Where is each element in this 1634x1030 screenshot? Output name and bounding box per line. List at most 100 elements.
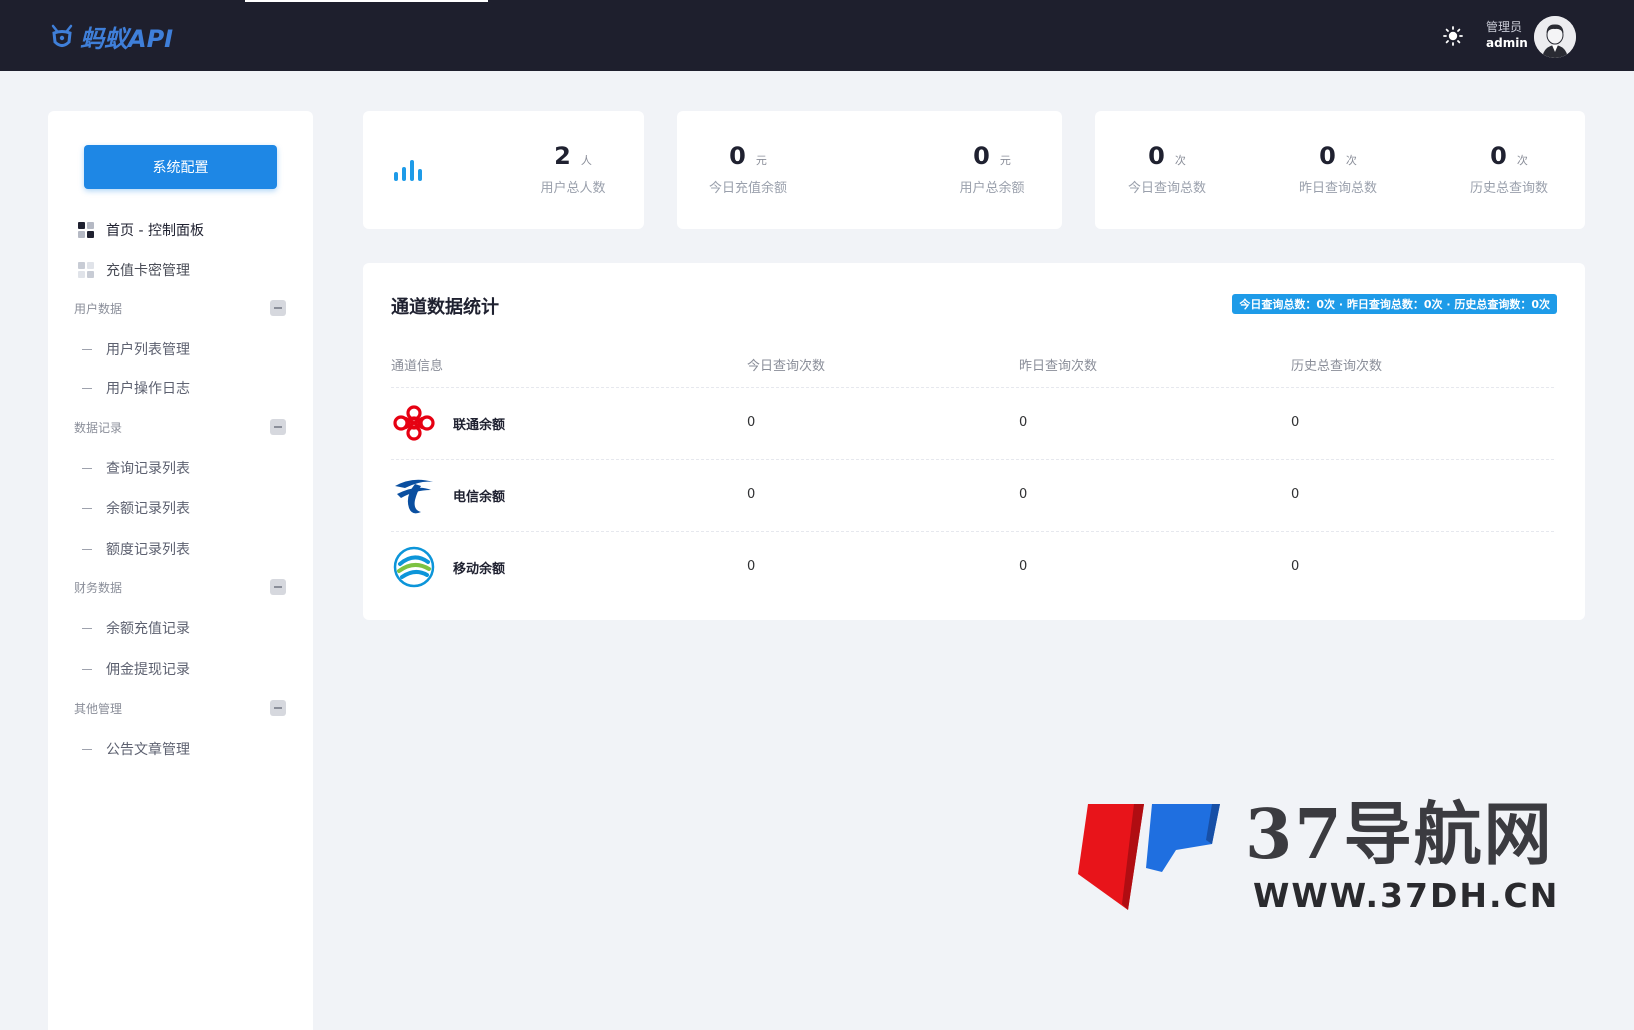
- dash-icon: [82, 387, 92, 389]
- sidebar-group-user-data[interactable]: 用户数据: [74, 297, 286, 319]
- cell-history: 0: [1291, 415, 1300, 430]
- dashboard-icon: [78, 222, 94, 238]
- stat-yesterday-queries: 0 次 昨日查询总数: [1273, 141, 1403, 196]
- sidebar-item-recharge-records[interactable]: 余额充值记录: [82, 616, 190, 640]
- sidebar-item-user-log[interactable]: 用户操作日志: [82, 376, 190, 400]
- user-avatar-icon: [1534, 16, 1576, 58]
- card-manage-icon: [78, 262, 94, 278]
- sidebar-group-title: 其他管理: [74, 701, 123, 716]
- dash-icon: [82, 668, 92, 670]
- stat-unit: 元: [999, 154, 1011, 167]
- sidebar-group-title: 数据记录: [74, 420, 123, 435]
- collapse-icon[interactable]: [270, 579, 286, 595]
- stat-today-queries: 0 次 今日查询总数: [1102, 141, 1232, 196]
- stat-label: 今日查询总数: [1127, 181, 1206, 196]
- cell-yesterday: 0: [1019, 487, 1028, 502]
- stat-unit: 次: [1174, 154, 1186, 167]
- sun-icon: [1443, 26, 1463, 46]
- sidebar-item-articles[interactable]: 公告文章管理: [82, 737, 190, 761]
- collapse-icon[interactable]: [270, 300, 286, 316]
- sidebar-item-label: 佣金提现记录: [106, 662, 190, 678]
- sidebar-item-quota-records[interactable]: 额度记录列表: [82, 537, 190, 561]
- theme-toggle-button[interactable]: [1440, 23, 1466, 49]
- user-role: 管理员: [1486, 20, 1523, 34]
- system-config-button[interactable]: 系统配置: [84, 145, 277, 189]
- stat-value: 0: [729, 142, 746, 170]
- row-divider: [391, 459, 1554, 460]
- channel-name: 移动余额: [453, 561, 506, 577]
- stat-unit: 次: [1345, 154, 1357, 167]
- sidebar-item-label: 充值卡密管理: [106, 263, 190, 279]
- column-header: 通道信息: [391, 359, 444, 374]
- watermark-url: WWW.37DH.CN: [1253, 876, 1560, 915]
- stat-label: 昨日查询总数: [1298, 181, 1377, 196]
- stat-history-queries: 0 次 历史总查询数: [1444, 141, 1574, 196]
- sidebar-item-label: 用户列表管理: [106, 342, 190, 358]
- sidebar-item-label: 查询记录列表: [106, 461, 190, 477]
- sidebar-item-withdraw-records[interactable]: 佣金提现记录: [82, 657, 190, 681]
- sidebar-item-recharge-cards[interactable]: 充值卡密管理: [78, 258, 190, 282]
- stat-value: 0: [1490, 142, 1507, 170]
- sidebar-item-label: 用户操作日志: [106, 381, 190, 397]
- sidebar-group-title: 财务数据: [74, 580, 123, 595]
- sidebar-item-label: 公告文章管理: [106, 742, 190, 758]
- sidebar-item-label: 额度记录列表: [106, 542, 190, 558]
- stat-unit: 元: [755, 154, 767, 167]
- sidebar-item-label: 首页 - 控制面板: [106, 223, 204, 239]
- panel-title: 通道数据统计: [391, 297, 499, 318]
- avatar[interactable]: [1534, 16, 1576, 58]
- sidebar-group-other[interactable]: 其他管理: [74, 697, 286, 719]
- stat-unit: 次: [1516, 154, 1528, 167]
- top-bar: 蚂蚁API 管理员 admin: [0, 0, 1634, 71]
- stat-today-recharge: 0 元 今日充值余额: [683, 141, 813, 196]
- stat-unit: 人: [580, 154, 592, 167]
- stat-card-queries: 0 次 今日查询总数 0 次 昨日查询总数 0 次 历史总查询数: [1095, 111, 1585, 229]
- cell-today: 0: [747, 487, 756, 502]
- sidebar-group-title: 用户数据: [74, 301, 123, 316]
- stat-value: 0: [1319, 142, 1336, 170]
- stat-value: 0: [973, 142, 990, 170]
- stat-label: 历史总查询数: [1469, 181, 1548, 196]
- watermark-title: 37导航网: [1245, 795, 1554, 875]
- china-telecom-logo: [391, 472, 437, 518]
- stat-card-users: 2 人 用户总人数: [363, 111, 644, 229]
- dash-icon: [82, 507, 92, 509]
- dash-icon: [82, 348, 92, 350]
- cell-yesterday: 0: [1019, 559, 1028, 574]
- channel-name: 电信余额: [453, 489, 506, 505]
- sidebar-item-label: 余额记录列表: [106, 501, 190, 517]
- dash-icon: [82, 748, 92, 750]
- sidebar-item-balance-records[interactable]: 余额记录列表: [82, 496, 190, 520]
- user-name: admin: [1486, 36, 1528, 50]
- collapse-icon[interactable]: [270, 419, 286, 435]
- column-header: 昨日查询次数: [1019, 359, 1098, 374]
- row-divider: [391, 387, 1554, 388]
- channel-stats-panel: 通道数据统计 今日查询总数：0次 · 昨日查询总数：0次 · 历史总查询数：0次…: [363, 263, 1585, 620]
- stat-card-balance: 0 元 今日充值余额 0 元 用户总余额: [677, 111, 1062, 229]
- bar-chart-icon: [394, 160, 422, 181]
- stat-value: 2: [554, 142, 571, 170]
- ant-logo-icon: [51, 24, 73, 47]
- user-info[interactable]: 管理员 admin: [1486, 19, 1528, 51]
- app-logo[interactable]: 蚂蚁API: [48, 18, 173, 54]
- sidebar-group-finance[interactable]: 财务数据: [74, 576, 286, 598]
- cell-today: 0: [747, 559, 756, 574]
- column-header: 今日查询次数: [747, 359, 826, 374]
- sidebar-item-dashboard[interactable]: 首页 - 控制面板: [78, 218, 204, 242]
- app-logo-text: 蚂蚁API: [80, 24, 174, 53]
- stat-user-balance: 0 元 用户总余额: [927, 141, 1057, 196]
- sidebar-item-label: 余额充值记录: [106, 621, 190, 637]
- dash-icon: [82, 548, 92, 550]
- sidebar-group-data-records[interactable]: 数据记录: [74, 416, 286, 438]
- sidebar-item-user-list[interactable]: 用户列表管理: [82, 337, 190, 361]
- dash-icon: [82, 467, 92, 469]
- stat-label: 用户总余额: [959, 181, 1025, 196]
- table-row-mobile: 移动余额: [391, 544, 505, 590]
- row-divider: [391, 531, 1554, 532]
- loading-progress-line: [245, 0, 488, 2]
- sidebar-item-query-records[interactable]: 查询记录列表: [82, 456, 190, 480]
- stat-label: 今日充值余额: [708, 181, 787, 196]
- cell-history: 0: [1291, 487, 1300, 502]
- channel-name: 联通余额: [453, 417, 506, 433]
- collapse-icon[interactable]: [270, 700, 286, 716]
